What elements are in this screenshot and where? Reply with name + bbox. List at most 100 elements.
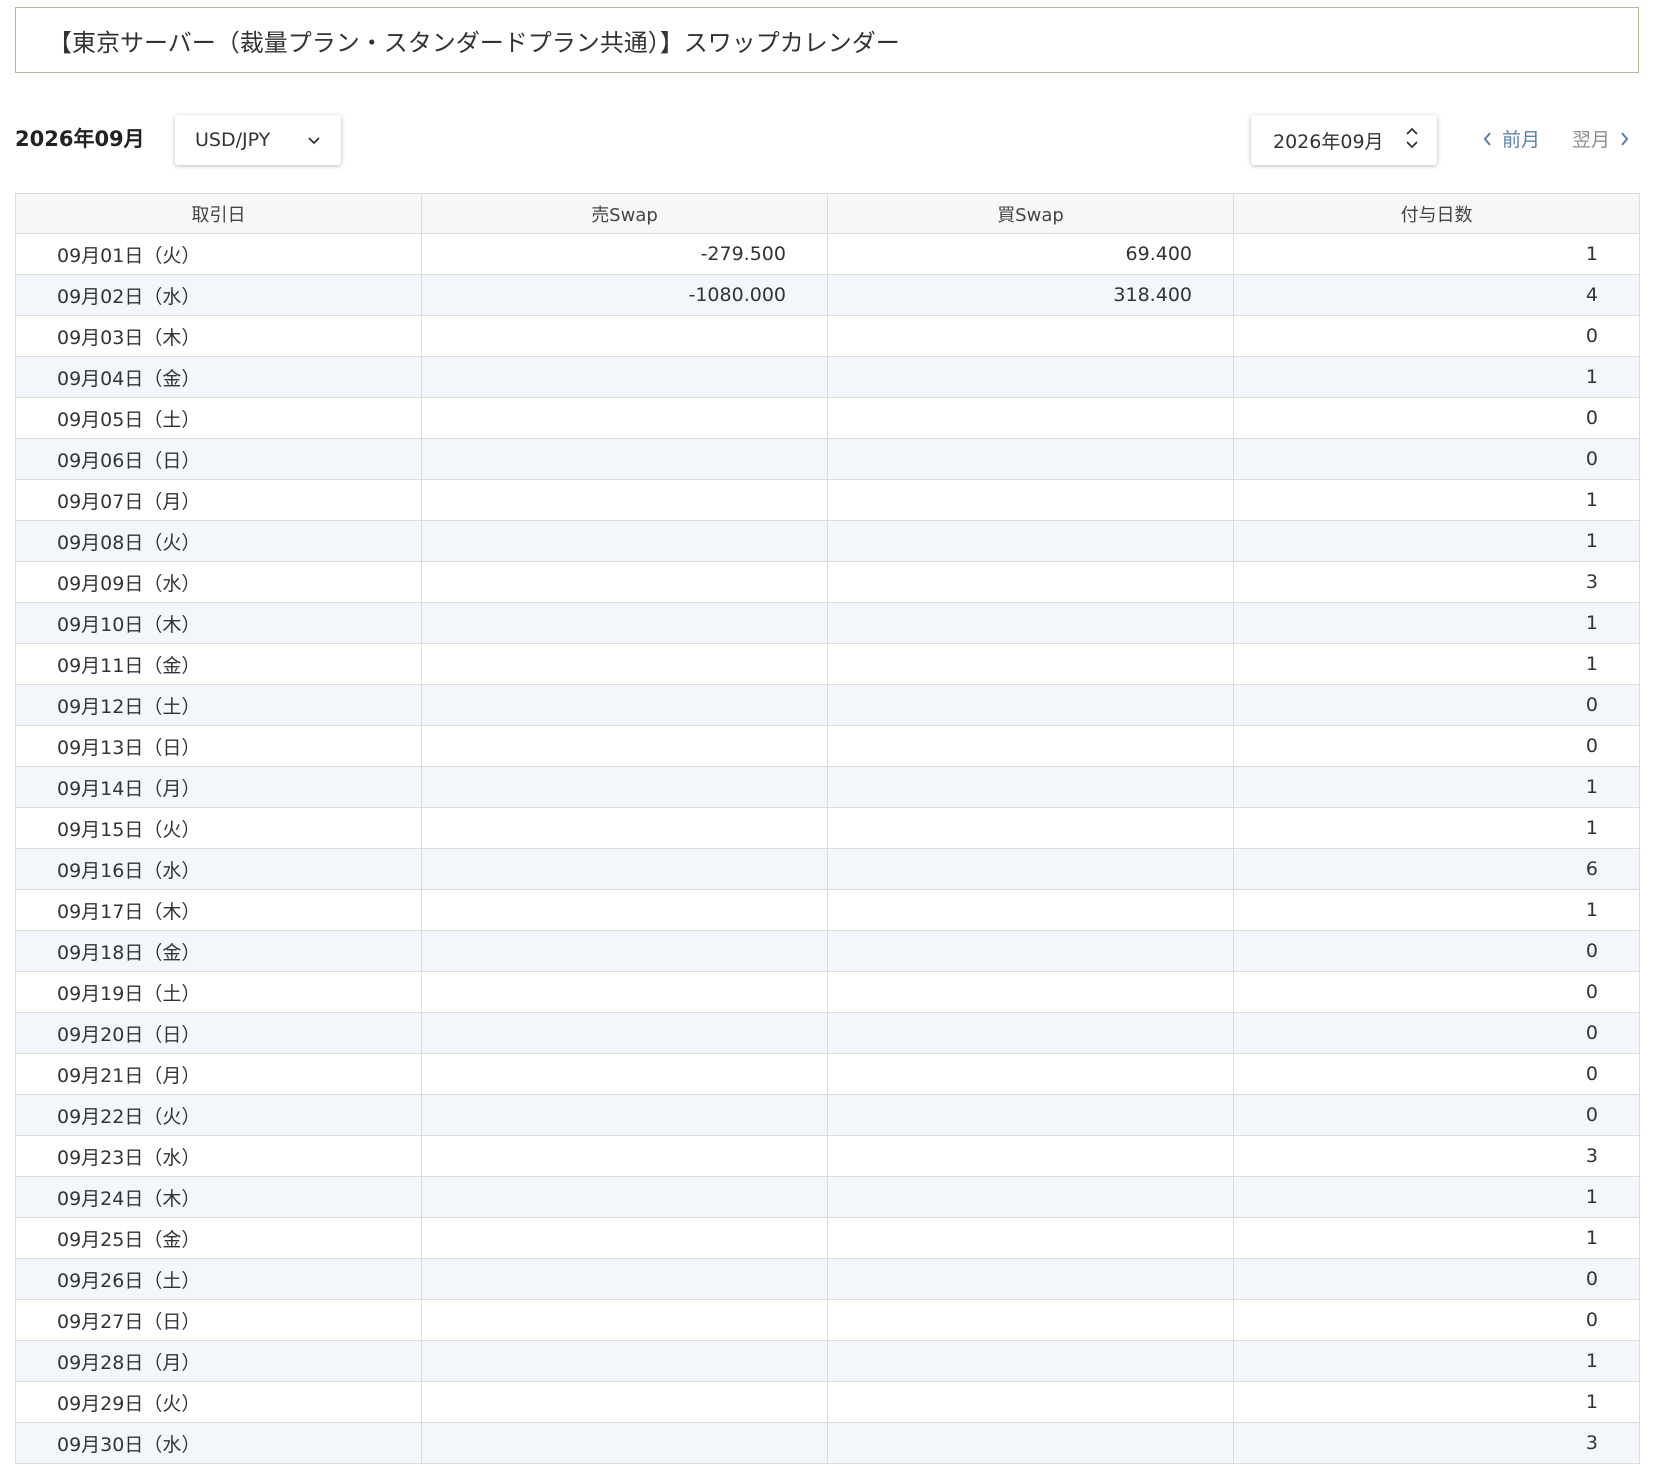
cell-grant-days: 1 [1233, 1217, 1640, 1259]
table-row: 09月28日（月） 1 [15, 1340, 1640, 1382]
cell-grant-days: 4 [1233, 274, 1640, 316]
cell-trade-date: 09月28日（月） [15, 1340, 422, 1382]
cell-trade-date: 09月08日（火） [15, 520, 422, 562]
table-row: 09月24日（木） 1 [15, 1176, 1640, 1218]
column-header-sell-swap: 売Swap [421, 193, 828, 234]
next-month-link[interactable]: 翌月 [1572, 125, 1630, 152]
cell-sell-swap [421, 1135, 828, 1177]
chevron-left-icon [1482, 131, 1492, 147]
cell-sell-swap [421, 807, 828, 849]
cell-grant-days: 1 [1233, 233, 1640, 275]
cell-grant-days: 0 [1233, 1258, 1640, 1300]
cell-sell-swap [421, 1217, 828, 1259]
cell-trade-date: 09月26日（土） [15, 1258, 422, 1300]
cell-grant-days: 0 [1233, 684, 1640, 726]
table-row: 09月20日（日） 0 [15, 1012, 1640, 1054]
current-month-label: 2026年09月 [15, 127, 145, 151]
cell-sell-swap [421, 889, 828, 931]
currency-pair-select[interactable]: USD/JPY [175, 115, 341, 165]
cell-buy-swap [827, 725, 1234, 767]
cell-grant-days: 1 [1233, 1381, 1640, 1423]
cell-trade-date: 09月14日（月） [15, 766, 422, 808]
table-row: 09月01日（火） -279.500 69.400 1 [15, 233, 1640, 275]
table-row: 09月04日（金） 1 [15, 356, 1640, 398]
cell-buy-swap [827, 1422, 1234, 1464]
cell-trade-date: 09月19日（土） [15, 971, 422, 1013]
cell-grant-days: 1 [1233, 766, 1640, 808]
page-title: 【東京サーバー（裁量プラン・スタンダードプラン共通）】スワップカレンダー [48, 28, 900, 57]
cell-buy-swap: 318.400 [827, 274, 1234, 316]
cell-trade-date: 09月23日（水） [15, 1135, 422, 1177]
cell-trade-date: 09月03日（木） [15, 315, 422, 357]
cell-buy-swap [827, 1135, 1234, 1177]
cell-sell-swap [421, 1094, 828, 1136]
cell-buy-swap [827, 1381, 1234, 1423]
page-title-box: 【東京サーバー（裁量プラン・スタンダードプラン共通）】スワップカレンダー [15, 7, 1639, 73]
cell-sell-swap [421, 684, 828, 726]
cell-buy-swap [827, 1217, 1234, 1259]
cell-trade-date: 09月06日（日） [15, 438, 422, 480]
table-row: 09月11日（金） 1 [15, 643, 1640, 685]
cell-sell-swap [421, 643, 828, 685]
cell-buy-swap [827, 930, 1234, 972]
table-row: 09月09日（水） 3 [15, 561, 1640, 603]
cell-grant-days: 0 [1233, 438, 1640, 480]
prev-month-label: 前月 [1502, 129, 1541, 151]
cell-grant-days: 3 [1233, 1422, 1640, 1464]
cell-sell-swap [421, 930, 828, 972]
cell-buy-swap [827, 1176, 1234, 1218]
cell-grant-days: 3 [1233, 561, 1640, 603]
table-row: 09月17日（木） 1 [15, 889, 1640, 931]
column-header-grant-days: 付与日数 [1233, 193, 1640, 234]
column-header-trade-date: 取引日 [15, 193, 422, 234]
cell-buy-swap [827, 643, 1234, 685]
cell-sell-swap [421, 356, 828, 398]
cell-trade-date: 09月27日（日） [15, 1299, 422, 1341]
cell-trade-date: 09月16日（水） [15, 848, 422, 890]
cell-trade-date: 09月12日（土） [15, 684, 422, 726]
prev-month-link[interactable]: 前月 [1482, 125, 1540, 152]
cell-sell-swap [421, 1176, 828, 1218]
table-row: 09月12日（土） 0 [15, 684, 1640, 726]
table-row: 09月26日（土） 0 [15, 1258, 1640, 1300]
cell-sell-swap [421, 725, 828, 767]
cell-trade-date: 09月22日（火） [15, 1094, 422, 1136]
table-row: 09月10日（木） 1 [15, 602, 1640, 644]
cell-trade-date: 09月25日（金） [15, 1217, 422, 1259]
cell-trade-date: 09月30日（水） [15, 1422, 422, 1464]
table-row: 09月30日（水） 3 [15, 1422, 1640, 1464]
cell-grant-days: 1 [1233, 807, 1640, 849]
cell-grant-days: 1 [1233, 520, 1640, 562]
month-select[interactable]: 2026年09月 [1251, 115, 1437, 165]
cell-buy-swap: 69.400 [827, 233, 1234, 275]
cell-buy-swap [827, 684, 1234, 726]
cell-trade-date: 09月20日（日） [15, 1012, 422, 1054]
cell-buy-swap [827, 1094, 1234, 1136]
cell-sell-swap [421, 315, 828, 357]
cell-sell-swap: -1080.000 [421, 274, 828, 316]
cell-buy-swap [827, 889, 1234, 931]
chevron-right-icon [1620, 131, 1630, 147]
cell-buy-swap [827, 1258, 1234, 1300]
cell-sell-swap [421, 561, 828, 603]
cell-sell-swap [421, 520, 828, 562]
table-row: 09月15日（火） 1 [15, 807, 1640, 849]
cell-grant-days: 0 [1233, 397, 1640, 439]
cell-sell-swap [421, 1012, 828, 1054]
table-header-row: 取引日 売Swap 買Swap 付与日数 [15, 193, 1640, 234]
cell-buy-swap [827, 520, 1234, 562]
cell-sell-swap [421, 1299, 828, 1341]
cell-trade-date: 09月07日（月） [15, 479, 422, 521]
cell-sell-swap [421, 438, 828, 480]
cell-buy-swap [827, 766, 1234, 808]
cell-trade-date: 09月15日（火） [15, 807, 422, 849]
table-row: 09月03日（木） 0 [15, 315, 1640, 357]
cell-grant-days: 0 [1233, 725, 1640, 767]
table-row: 09月21日（月） 0 [15, 1053, 1640, 1095]
table-row: 09月23日（水） 3 [15, 1135, 1640, 1177]
cell-buy-swap [827, 561, 1234, 603]
cell-sell-swap [421, 397, 828, 439]
cell-trade-date: 09月18日（金） [15, 930, 422, 972]
cell-sell-swap [421, 766, 828, 808]
cell-buy-swap [827, 1012, 1234, 1054]
